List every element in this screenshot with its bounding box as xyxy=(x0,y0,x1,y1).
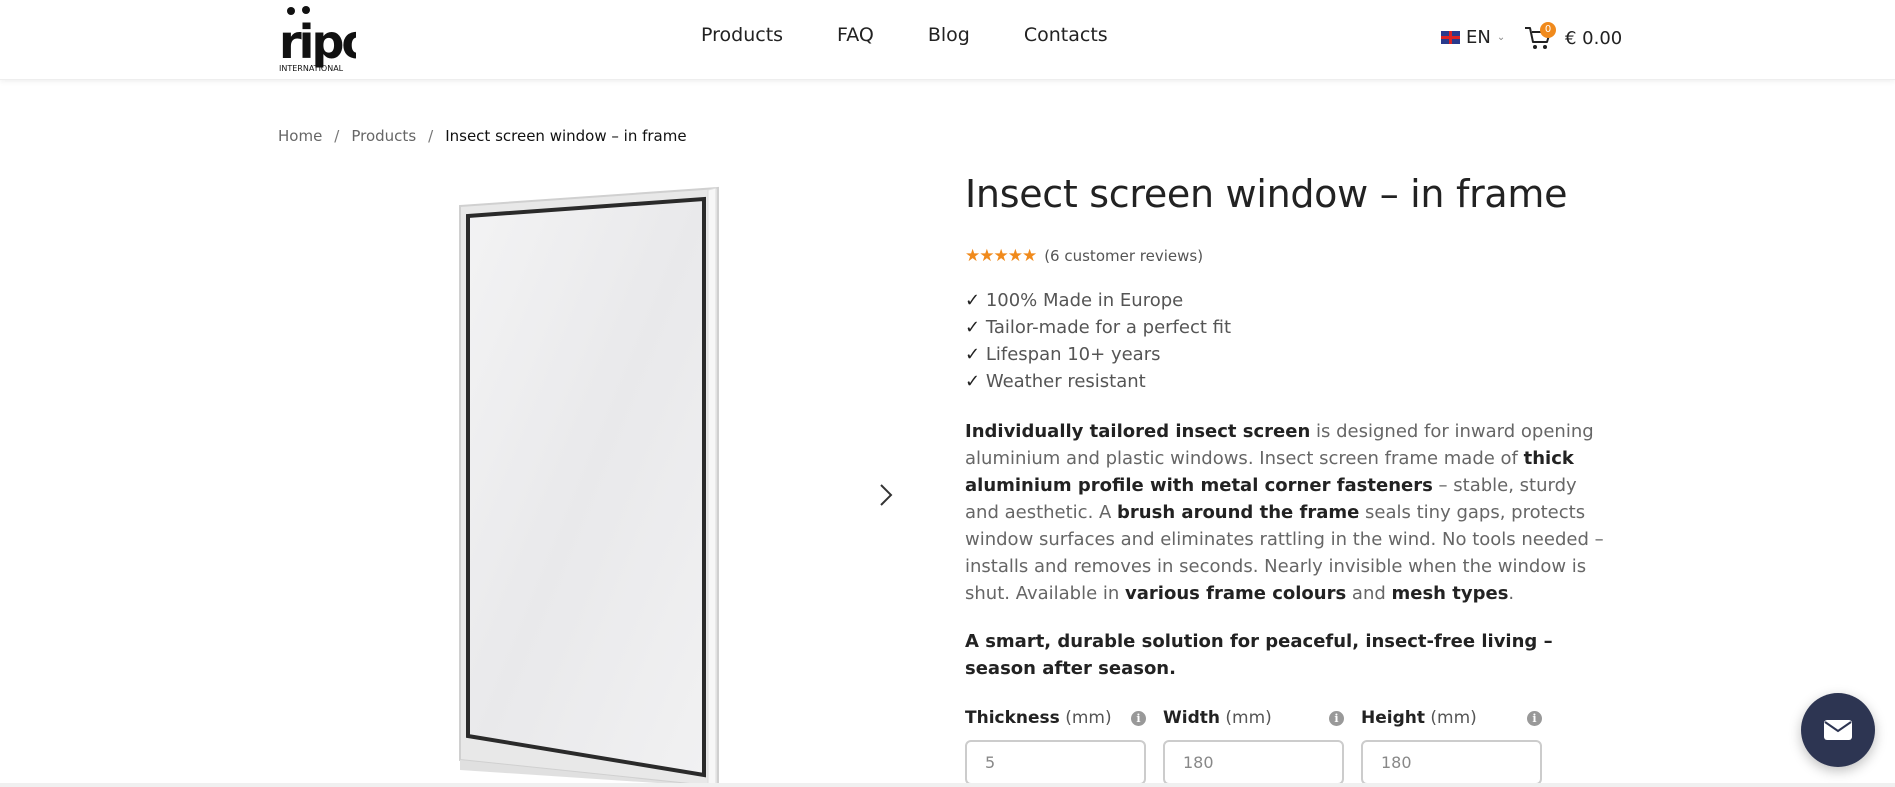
nav-faq[interactable]: FAQ xyxy=(837,24,874,46)
breadcrumb: Home / Products / Insect screen window –… xyxy=(278,127,687,145)
info-icon[interactable]: i xyxy=(1131,710,1146,726)
feature-text: Tailor-made for a perfect fit xyxy=(985,317,1232,338)
product-title: Insect screen window – in frame xyxy=(965,172,1568,216)
list-item: ✓ Lifespan 10+ years xyxy=(965,341,1231,368)
svg-text:ripo: ripo xyxy=(279,15,356,69)
contact-chat-button[interactable] xyxy=(1801,693,1875,767)
thickness-field-group: Thickness (mm) i xyxy=(965,706,1146,785)
chevron-down-icon: ⌄ xyxy=(1496,32,1506,43)
product-tagline: A smart, durable solution for peaceful, … xyxy=(965,631,1553,679)
divider xyxy=(0,783,1895,787)
uk-flag-icon xyxy=(1441,31,1460,44)
list-item: ✓ Weather resistant xyxy=(965,368,1231,395)
width-label: Width xyxy=(1163,708,1220,728)
thickness-input[interactable] xyxy=(965,740,1146,785)
nav-products[interactable]: Products xyxy=(701,24,783,46)
checkmark-icon: ✓ xyxy=(965,344,981,365)
dimension-inputs: Thickness (mm) i Width (mm) i Height (mm… xyxy=(965,706,1542,785)
checkmark-icon: ✓ xyxy=(965,317,981,338)
product-description: Individually tailored insect screen is d… xyxy=(965,421,1604,604)
star-rating-icon: ★★★★★ xyxy=(965,246,1037,266)
info-icon[interactable]: i xyxy=(1527,710,1542,726)
chevron-right-icon[interactable] xyxy=(874,480,898,510)
product-image[interactable] xyxy=(278,170,898,787)
checkmark-icon: ✓ xyxy=(965,371,981,392)
language-selector[interactable]: EN ⌄ xyxy=(1441,27,1505,48)
product-details: Insect screen window – in frame ★★★★★ (6… xyxy=(965,170,1615,785)
breadcrumb-home[interactable]: Home xyxy=(278,127,322,145)
main-nav: Products FAQ Blog Contacts xyxy=(701,24,1108,46)
cart-count-badge: 0 xyxy=(1540,22,1556,38)
width-input[interactable] xyxy=(1163,740,1344,785)
nav-blog[interactable]: Blog xyxy=(928,24,970,46)
feature-text: Lifespan 10+ years xyxy=(985,344,1161,365)
language-label: EN xyxy=(1466,27,1491,48)
thickness-label: Thickness xyxy=(965,708,1060,728)
list-item: ✓ 100% Made in Europe xyxy=(965,287,1231,314)
width-field-group: Width (mm) i xyxy=(1163,706,1344,785)
height-field-group: Height (mm) i xyxy=(1361,706,1542,785)
breadcrumb-separator: / xyxy=(334,127,340,145)
checkmark-icon: ✓ xyxy=(965,290,981,311)
unit-label: (mm) xyxy=(1430,708,1477,728)
unit-label: (mm) xyxy=(1065,708,1112,728)
info-icon[interactable]: i xyxy=(1329,710,1344,726)
height-input[interactable] xyxy=(1361,740,1542,785)
feature-text: Weather resistant xyxy=(985,371,1146,392)
svg-text:INTERNATIONAL: INTERNATIONAL xyxy=(279,64,344,73)
product-gallery xyxy=(278,170,898,787)
feature-text: 100% Made in Europe xyxy=(985,290,1184,311)
breadcrumb-current: Insect screen window – in frame xyxy=(445,127,687,145)
unit-label: (mm) xyxy=(1225,708,1272,728)
cart-total[interactable]: € 0.00 xyxy=(1565,28,1622,49)
reviews-link[interactable]: (6 customer reviews) xyxy=(1044,247,1203,265)
list-item: ✓ Tailor-made for a perfect fit xyxy=(965,314,1231,341)
nav-contacts[interactable]: Contacts xyxy=(1024,24,1108,46)
breadcrumb-separator: / xyxy=(428,127,434,145)
feature-list: ✓ 100% Made in Europe ✓ Tailor-made for … xyxy=(965,287,1231,395)
height-label: Height xyxy=(1361,708,1425,728)
envelope-icon xyxy=(1824,720,1852,740)
breadcrumb-products[interactable]: Products xyxy=(351,127,416,145)
ripo-logo[interactable]: ripo INTERNATIONAL xyxy=(278,5,356,73)
product-rating: ★★★★★ (6 customer reviews) xyxy=(965,246,1203,266)
site-header: ripo INTERNATIONAL Products FAQ Blog Con… xyxy=(0,0,1895,80)
